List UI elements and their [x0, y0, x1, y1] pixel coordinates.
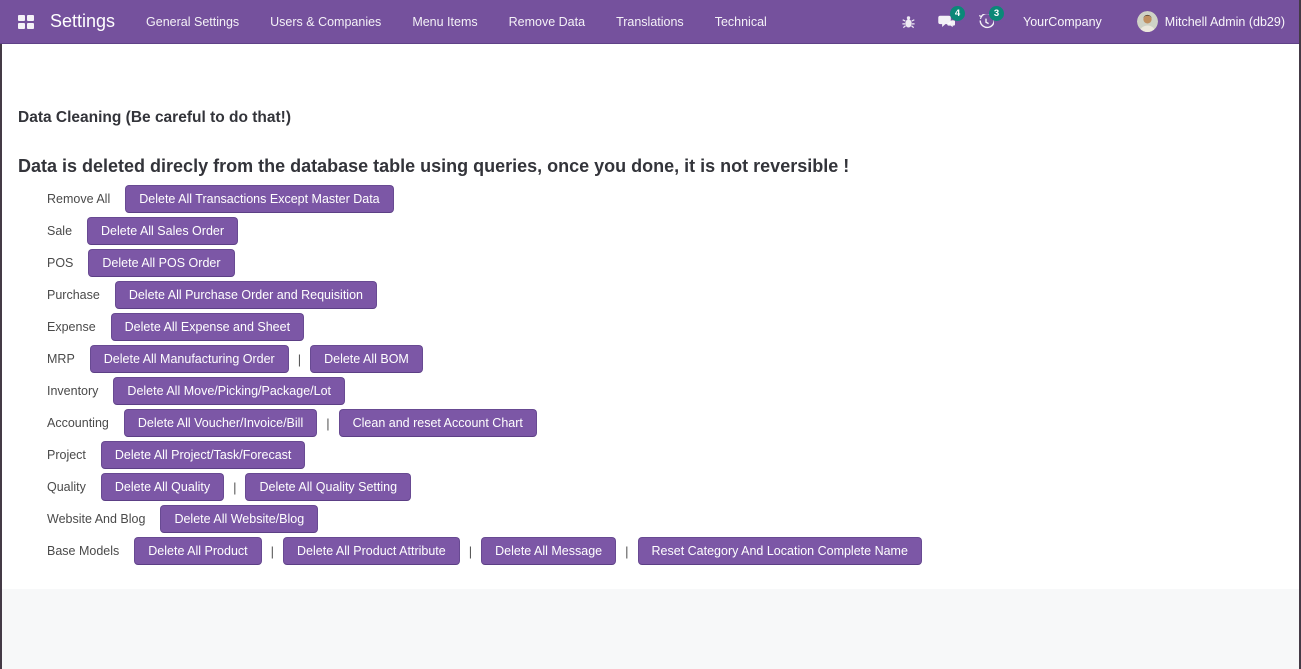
menu-item-general-settings[interactable]: General Settings	[146, 15, 239, 29]
messages-button[interactable]: 4	[936, 10, 958, 34]
row-label-expense: Expense	[47, 320, 96, 334]
action-row-inventory: Inventory Delete All Move/Picking/Package…	[47, 377, 1283, 405]
row-label-mrp: MRP	[47, 352, 75, 366]
delete-all-website-blog-button[interactable]: Delete All Website/Blog	[160, 505, 318, 533]
footer-area	[2, 589, 1299, 669]
main-content: Data Cleaning (Be careful to do that!) D…	[2, 44, 1299, 589]
action-row-sale: Sale Delete All Sales Order	[47, 217, 1283, 245]
delete-all-bom-button[interactable]: Delete All BOM	[310, 345, 423, 373]
delete-all-product-attribute-button[interactable]: Delete All Product Attribute	[283, 537, 460, 565]
delete-all-transactions-except-master-data-button[interactable]: Delete All Transactions Except Master Da…	[125, 185, 393, 213]
row-label-project: Project	[47, 448, 86, 462]
apps-grid-icon	[18, 15, 34, 29]
user-avatar	[1137, 11, 1158, 32]
row-label-inventory: Inventory	[47, 384, 98, 398]
app-window: Settings General Settings Users & Compani…	[0, 0, 1301, 669]
action-row-purchase: Purchase Delete All Purchase Order and Re…	[47, 281, 1283, 309]
row-label-base-models: Base Models	[47, 544, 119, 558]
menu-item-users-companies[interactable]: Users & Companies	[270, 15, 381, 29]
row-label-website-and-blog: Website And Blog	[47, 512, 145, 526]
action-row-quality: Quality Delete All Quality | Delete All Qua…	[47, 473, 1283, 501]
button-separator: |	[298, 352, 301, 367]
row-label-quality: Quality	[47, 480, 86, 494]
row-label-pos: POS	[47, 256, 73, 270]
top-navbar: Settings General Settings Users & Compani…	[0, 0, 1299, 44]
action-row-pos: POS Delete All POS Order	[47, 249, 1283, 277]
activities-badge: 3	[989, 6, 1004, 21]
action-row-expense: Expense Delete All Expense and Sheet	[47, 313, 1283, 341]
row-label-accounting: Accounting	[47, 416, 109, 430]
action-row-website-and-blog: Website And Blog Delete All Website/Blog	[47, 505, 1283, 533]
action-row-remove-all: Remove All Delete All Transactions Except…	[47, 185, 1283, 213]
delete-all-purchase-order-and-requisition-button[interactable]: Delete All Purchase Order and Requisitio…	[115, 281, 377, 309]
navbar-left: Settings General Settings Users & Compani…	[16, 11, 767, 32]
delete-all-pos-order-button[interactable]: Delete All POS Order	[88, 249, 234, 277]
row-label-purchase: Purchase	[47, 288, 100, 302]
company-switcher[interactable]: YourCompany	[1023, 15, 1102, 29]
delete-all-expense-and-sheet-button[interactable]: Delete All Expense and Sheet	[111, 313, 304, 341]
delete-all-sales-order-button[interactable]: Delete All Sales Order	[87, 217, 238, 245]
apps-menu-button[interactable]	[16, 13, 36, 31]
button-separator: |	[233, 480, 236, 495]
button-separator: |	[625, 544, 628, 559]
row-label-remove-all: Remove All	[47, 192, 110, 206]
top-menu: General Settings Users & Companies Menu It…	[146, 15, 767, 29]
actions-list: Remove All Delete All Transactions Except…	[18, 185, 1283, 565]
user-name: Mitchell Admin (db29)	[1165, 15, 1285, 29]
activities-button[interactable]: 3	[975, 10, 997, 34]
delete-all-project-task-forecast-button[interactable]: Delete All Project/Task/Forecast	[101, 441, 305, 469]
menu-item-remove-data[interactable]: Remove Data	[509, 15, 585, 29]
button-separator: |	[271, 544, 274, 559]
bug-icon	[901, 14, 916, 30]
delete-all-voucher-invoice-bill-button[interactable]: Delete All Voucher/Invoice/Bill	[124, 409, 317, 437]
action-row-mrp: MRP Delete All Manufacturing Order | Delete…	[47, 345, 1283, 373]
warning-text: Data is deleted direcly from the databas…	[18, 156, 1283, 177]
page-title: Data Cleaning (Be careful to do that!)	[18, 108, 1283, 127]
messages-badge: 4	[950, 6, 965, 21]
action-row-base-models: Base Models Delete All Product | Delete All…	[47, 537, 1283, 565]
menu-item-menu-items[interactable]: Menu Items	[412, 15, 477, 29]
delete-all-message-button[interactable]: Delete All Message	[481, 537, 616, 565]
clean-and-reset-account-chart-button[interactable]: Clean and reset Account Chart	[339, 409, 537, 437]
menu-item-translations[interactable]: Translations	[616, 15, 684, 29]
delete-all-quality-setting-button[interactable]: Delete All Quality Setting	[245, 473, 411, 501]
page-body: Data Cleaning (Be careful to do that!) D…	[0, 44, 1299, 669]
delete-all-manufacturing-order-button[interactable]: Delete All Manufacturing Order	[90, 345, 289, 373]
button-separator: |	[326, 416, 329, 431]
navbar-right: 4 3 YourCompany	[880, 10, 1285, 34]
app-brand-settings[interactable]: Settings	[50, 11, 115, 32]
debug-bug-icon[interactable]	[897, 10, 919, 34]
delete-all-move-picking-package-lot-button[interactable]: Delete All Move/Picking/Package/Lot	[113, 377, 345, 405]
action-row-accounting: Accounting Delete All Voucher/Invoice/Bil…	[47, 409, 1283, 437]
reset-category-and-location-complete-name-button[interactable]: Reset Category And Location Complete Nam…	[638, 537, 922, 565]
user-menu[interactable]: Mitchell Admin (db29)	[1137, 11, 1285, 32]
button-separator: |	[469, 544, 472, 559]
action-row-project: Project Delete All Project/Task/Forecast	[47, 441, 1283, 469]
delete-all-product-button[interactable]: Delete All Product	[134, 537, 261, 565]
row-label-sale: Sale	[47, 224, 72, 238]
menu-item-technical[interactable]: Technical	[715, 15, 767, 29]
delete-all-quality-button[interactable]: Delete All Quality	[101, 473, 224, 501]
